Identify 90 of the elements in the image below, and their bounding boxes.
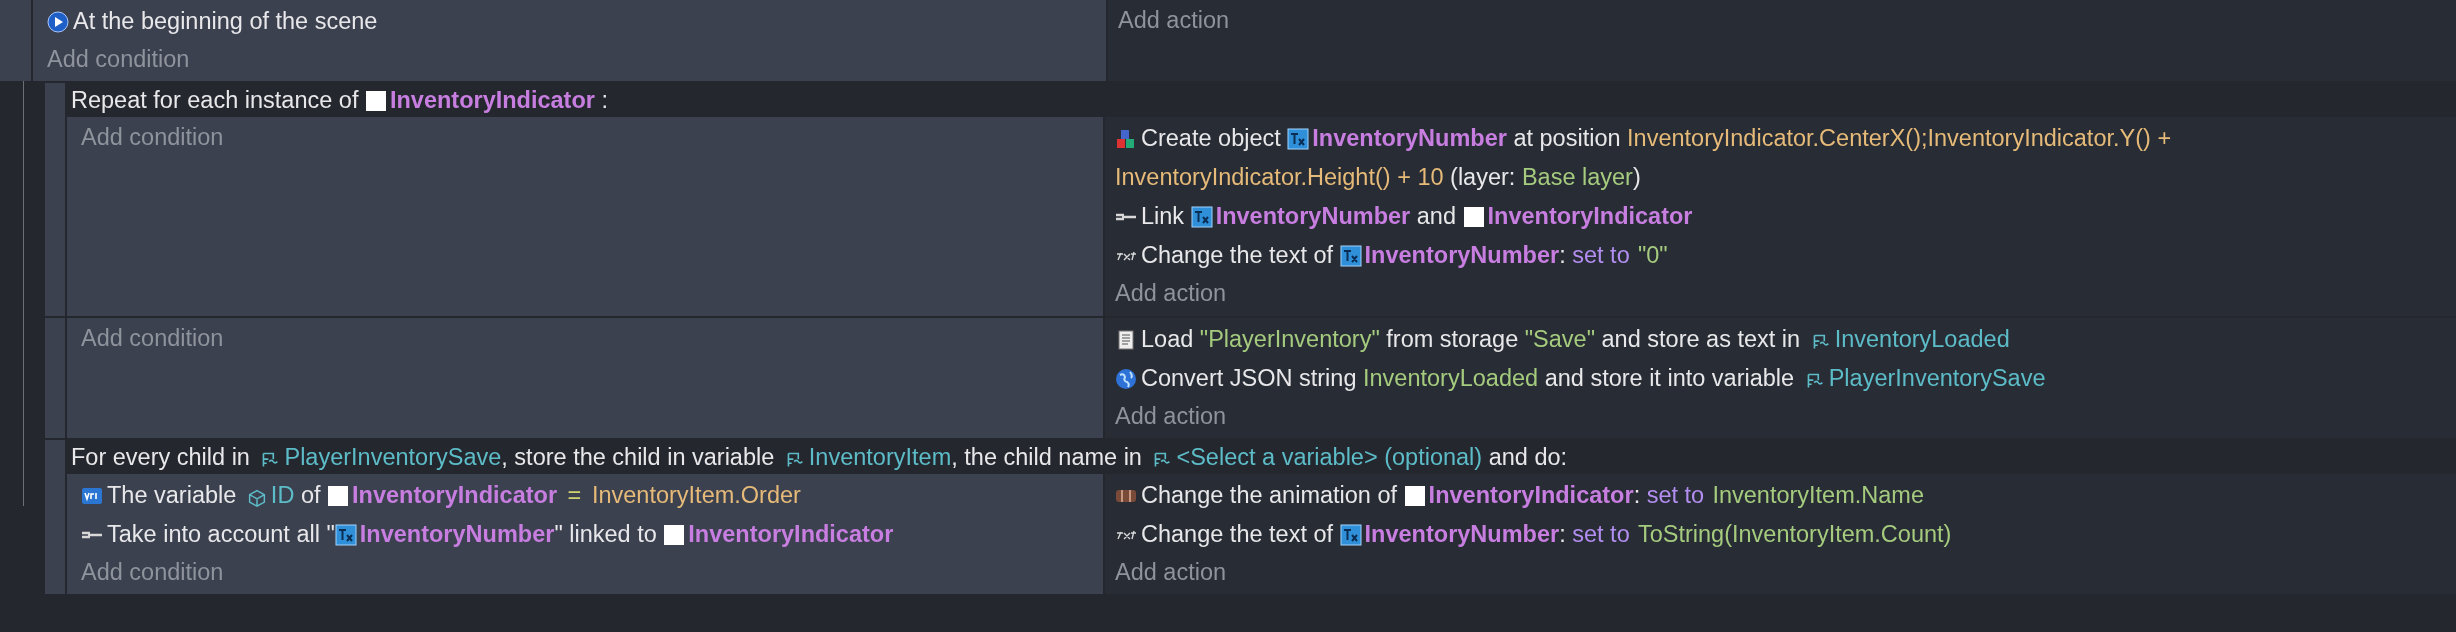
text-object-icon <box>1287 128 1310 151</box>
instruction-text: : <box>1559 520 1567 547</box>
instruction-text: ) <box>1632 164 1641 191</box>
instruction-text: , the child name in <box>951 443 1143 470</box>
add-action-link[interactable]: Add action <box>1115 553 1227 590</box>
operator-text: = <box>567 481 582 508</box>
event-handle[interactable] <box>45 317 65 438</box>
operation-text: set to <box>1572 242 1630 269</box>
instruction-text: The variable <box>107 481 238 508</box>
instruction-text: Change the text of <box>1141 242 1335 269</box>
blocks-icon <box>1115 128 1137 151</box>
instruction-text: (layer: <box>1449 164 1517 191</box>
instruction-text: At the beginning of the scene <box>73 8 378 34</box>
instruction-text: and <box>1415 203 1457 230</box>
text-object-icon <box>1339 245 1362 268</box>
sprite-icon <box>663 523 686 546</box>
instruction-text: Convert JSON string <box>1141 364 1358 391</box>
object-name: InventoryIndicator <box>352 481 558 508</box>
instruction-text: and do: <box>1487 443 1568 470</box>
variable-name: InventoryLoaded <box>1834 325 2010 352</box>
instruction-text: and store it into variable <box>1543 364 1796 391</box>
add-condition-link[interactable]: Add condition <box>81 319 224 356</box>
sprite-icon <box>364 90 387 113</box>
expression-text: InventoryItem.Order <box>591 480 801 510</box>
operation-text: set to <box>1646 481 1705 508</box>
event-handle[interactable] <box>45 439 65 594</box>
expression-text: InventoryIndicator.CenterX();InventoryIndicator.Y() + <box>1627 124 2172 154</box>
sprite-icon <box>327 484 350 507</box>
add-condition-link[interactable]: Add condition <box>81 553 224 590</box>
instruction-text: For every child in <box>71 443 251 470</box>
text-object-icon <box>1190 206 1213 229</box>
instruction-text: : <box>600 87 608 114</box>
add-action-link[interactable]: Add action <box>1115 397 1227 434</box>
event-handle[interactable] <box>45 83 65 316</box>
object-name: InventoryNumber <box>1312 125 1507 152</box>
sprite-icon <box>1462 206 1485 229</box>
instruction-text: and store as text in <box>1600 325 1802 352</box>
event-handle[interactable] <box>0 0 33 82</box>
variable-name: ID <box>270 481 295 508</box>
instruction-text: " linked to <box>554 520 658 547</box>
add-action-link[interactable]: Add action <box>1118 2 1230 38</box>
cube-icon <box>247 488 266 507</box>
object-name: InventoryNumber <box>1364 520 1560 547</box>
string-value: Base layer <box>1521 164 1633 191</box>
string-value: "PlayerInventory" <box>1199 325 1380 352</box>
object-name: InventoryIndicator <box>1428 481 1634 508</box>
instruction-text: : <box>1559 242 1567 269</box>
variable-name: InventoryItem <box>808 443 952 470</box>
instruction-text: Change the text of <box>1141 520 1335 547</box>
sprite-icon <box>1403 484 1426 507</box>
variable-icon <box>1153 450 1172 469</box>
variable-icon <box>1811 332 1830 351</box>
instruction-text: at position <box>1512 125 1622 152</box>
instruction-text: Take into account all " <box>107 520 335 547</box>
instruction-text: Load <box>1141 325 1195 352</box>
globe-icon <box>1115 367 1137 390</box>
object-name: InventoryNumber <box>1215 203 1411 230</box>
object-name: InventoryNumber <box>1364 242 1560 269</box>
expression-text: InventoryIndicator.Height() + 10 <box>1115 163 1444 193</box>
document-icon <box>1115 328 1137 351</box>
string-value: "0" <box>1637 242 1668 269</box>
add-action-link[interactable]: Add action <box>1115 275 1227 312</box>
variable-icon <box>785 450 804 469</box>
text-object-icon <box>334 523 357 546</box>
string-value: ToString(InventoryItem.Count) <box>1637 520 1952 547</box>
variable-name: PlayerInventorySave <box>1828 364 2046 391</box>
instruction-text: from storage <box>1385 325 1520 352</box>
text-object-icon <box>1339 523 1362 546</box>
operation-text: set to <box>1572 520 1630 547</box>
variable-icon <box>1805 371 1824 390</box>
add-condition-link[interactable]: Add condition <box>47 41 190 77</box>
instruction-text: Link <box>1141 203 1186 230</box>
variable-icon <box>261 450 280 469</box>
instruction-text: , store the child in variable <box>501 443 776 470</box>
instruction-text: Repeat for each instance of <box>71 87 360 114</box>
string-value: "Save" <box>1524 325 1595 352</box>
object-name: InventoryNumber <box>359 520 555 547</box>
add-condition-link[interactable]: Add condition <box>81 119 224 156</box>
object-name: InventoryIndicator <box>1487 203 1693 230</box>
string-value: InventoryItem.Name <box>1712 481 1924 508</box>
instruction-text: : <box>1633 481 1642 508</box>
string-value: InventoryLoaded <box>1363 364 1539 391</box>
instruction-text: of <box>299 481 322 508</box>
instruction-text: Create object <box>1141 125 1282 152</box>
instruction-text: Change the animation of <box>1141 481 1399 508</box>
object-name: InventoryIndicator <box>389 87 595 114</box>
play-icon <box>47 11 69 33</box>
object-name: InventoryIndicator <box>688 520 894 547</box>
variable-name: PlayerInventorySave <box>284 443 502 470</box>
variable-name: <Select a variable> (optional) <box>1176 443 1483 470</box>
